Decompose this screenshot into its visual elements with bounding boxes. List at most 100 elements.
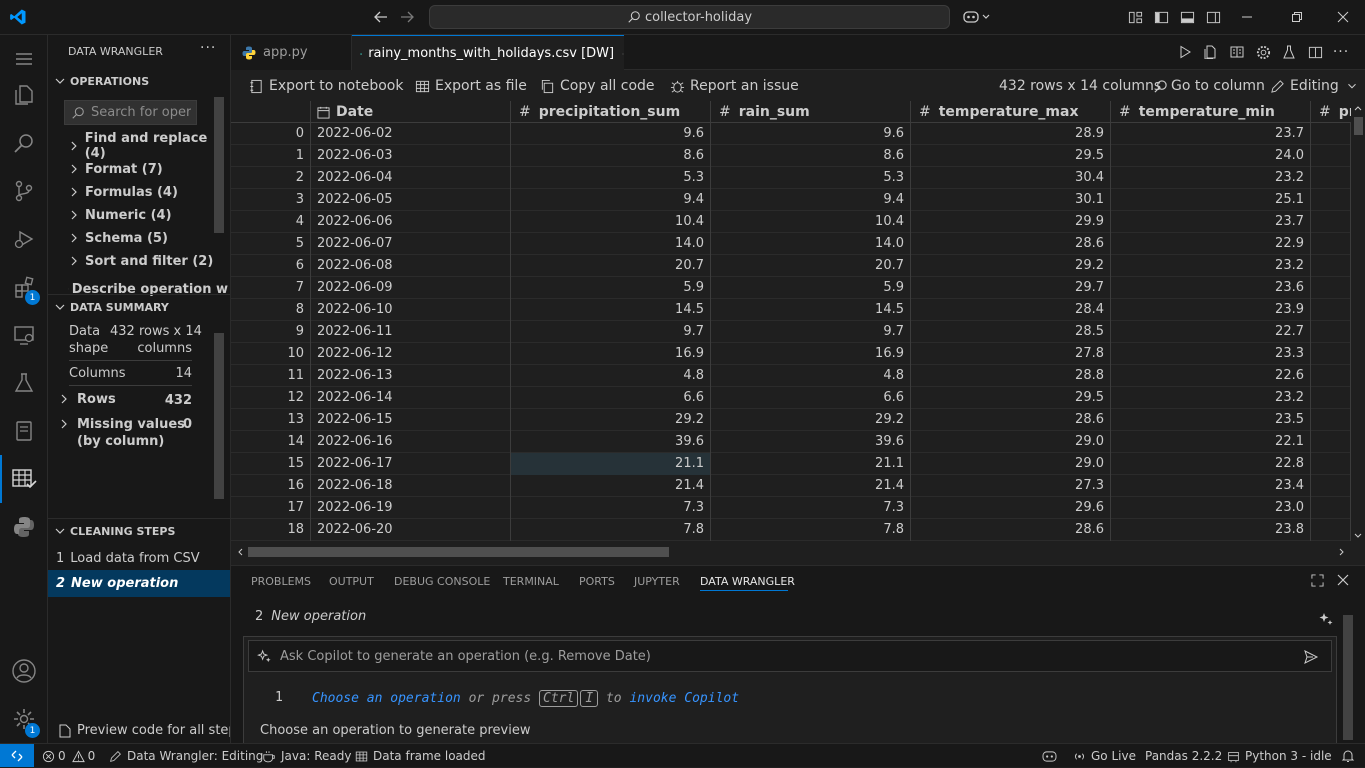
temperature-max-cell[interactable]: 28.4 [911,299,1111,321]
customize-layout-icon[interactable] [1126,8,1144,26]
date-cell[interactable]: 2022-06-17 [311,453,511,475]
precipitation-sum-cell[interactable]: 5.9 [511,277,711,299]
temperature-max-cell[interactable]: 27.3 [911,475,1111,497]
operation-find-replace[interactable]: Find and replace (4) [66,131,230,161]
column-header-temperature-max[interactable]: # temperature_max [911,101,1111,123]
precipitation-sum-cell[interactable]: 7.8 [511,519,711,541]
truncated-cell[interactable] [1311,343,1351,365]
row-index-cell[interactable]: 5 [231,233,311,255]
run-debug-icon[interactable] [0,215,48,263]
column-header-date[interactable]: Date [311,101,511,123]
forward-arrow-icon[interactable] [398,8,416,26]
rain-sum-cell[interactable]: 20.7 [711,255,911,277]
date-cell[interactable]: 2022-06-03 [311,145,511,167]
truncated-cell[interactable] [1311,233,1351,255]
java-status[interactable]: Java: Ready [262,744,351,768]
row-index-cell[interactable]: 11 [231,365,311,387]
rain-sum-cell[interactable]: 8.6 [711,145,911,167]
truncated-cell[interactable] [1311,211,1351,233]
data-summary-section-header[interactable]: DATA SUMMARY [48,296,230,318]
table-row[interactable]: 3 2022-06-05 9.4 9.4 30.1 25.1 [231,189,1351,211]
precipitation-sum-cell[interactable]: 21.4 [511,475,711,497]
row-index-cell[interactable]: 1 [231,145,311,167]
row-index-cell[interactable]: 13 [231,409,311,431]
go-live-button[interactable]: Go Live [1073,744,1136,768]
precipitation-sum-cell[interactable]: 7.3 [511,497,711,519]
temperature-max-cell[interactable]: 29.0 [911,431,1111,453]
rain-sum-cell[interactable]: 9.7 [711,321,911,343]
temperature-min-cell[interactable]: 23.3 [1111,343,1311,365]
maximize-panel-icon[interactable] [1309,572,1325,588]
temperature-min-cell[interactable]: 23.8 [1111,519,1311,541]
close-tab-icon[interactable] [622,47,624,61]
date-cell[interactable]: 2022-06-10 [311,299,511,321]
rain-sum-cell[interactable]: 29.2 [711,409,911,431]
temperature-min-cell[interactable]: 22.1 [1111,431,1311,453]
column-header-temperature-min[interactable]: # temperature_min [1111,101,1311,123]
operations-section-header[interactable]: OPERATIONS [48,70,230,92]
open-preview-icon[interactable] [1229,44,1245,60]
row-index-cell[interactable]: 18 [231,519,311,541]
rain-sum-cell[interactable]: 14.0 [711,233,911,255]
temperature-max-cell[interactable]: 29.5 [911,387,1111,409]
report-issue-button[interactable]: Report an issue [670,72,799,100]
vertical-scroll-thumb[interactable] [1354,117,1363,135]
data-frame-status[interactable]: Data frame loaded [355,744,486,768]
rain-sum-cell[interactable]: 16.9 [711,343,911,365]
restore-icon[interactable] [1288,8,1306,26]
truncated-cell[interactable] [1311,453,1351,475]
explorer-icon[interactable] [0,71,48,119]
precipitation-sum-cell[interactable]: 9.4 [511,189,711,211]
operations-search-input[interactable]: Search for oper [64,100,197,125]
precipitation-sum-cell[interactable]: 20.7 [511,255,711,277]
panel-scrollbar[interactable] [1343,615,1353,740]
cleaning-step-item-selected[interactable]: 2 New operation [48,570,230,597]
rain-sum-cell[interactable]: 9.4 [711,189,911,211]
operation-sort-filter[interactable]: Sort and filter (2) [66,250,213,272]
temperature-max-cell[interactable]: 29.0 [911,453,1111,475]
open-file-icon[interactable] [1203,44,1219,60]
tab-app-py[interactable]: app.py [231,35,352,70]
truncated-cell[interactable] [1311,387,1351,409]
flask-icon[interactable] [1281,44,1297,60]
close-window-icon[interactable] [1334,8,1352,26]
temperature-max-cell[interactable]: 29.9 [911,211,1111,233]
temperature-min-cell[interactable]: 23.9 [1111,299,1311,321]
panel-tab-problems[interactable]: PROBLEMS [251,566,311,596]
precipitation-sum-cell[interactable]: 14.5 [511,299,711,321]
table-row[interactable]: 2 2022-06-04 5.3 5.3 30.4 23.2 [231,167,1351,189]
scroll-up-icon[interactable] [1351,101,1365,115]
precipitation-sum-cell[interactable]: 8.6 [511,145,711,167]
temperature-min-cell[interactable]: 22.7 [1111,321,1311,343]
cleaning-steps-section-header[interactable]: CLEANING STEPS [48,520,230,542]
row-index-cell[interactable]: 12 [231,387,311,409]
row-index-cell[interactable]: 16 [231,475,311,497]
search-activity-icon[interactable] [0,119,48,167]
temperature-max-cell[interactable]: 29.7 [911,277,1111,299]
table-row[interactable]: 13 2022-06-15 29.2 29.2 28.6 23.5 [231,409,1351,431]
table-row[interactable]: 4 2022-06-06 10.4 10.4 29.9 23.7 [231,211,1351,233]
row-index-cell[interactable]: 14 [231,431,311,453]
precipitation-sum-cell[interactable]: 29.2 [511,409,711,431]
table-row[interactable]: 5 2022-06-07 14.0 14.0 28.6 22.9 [231,233,1351,255]
truncated-cell[interactable] [1311,167,1351,189]
column-header-rain-sum[interactable]: # rain_sum [711,101,911,123]
source-control-icon[interactable] [0,167,48,215]
back-arrow-icon[interactable] [372,8,390,26]
operations-scrollbar[interactable] [214,97,224,233]
temperature-min-cell[interactable]: 22.6 [1111,365,1311,387]
temperature-min-cell[interactable]: 23.6 [1111,277,1311,299]
operation-format[interactable]: Format (7) [66,158,163,180]
split-editor-icon[interactable] [1307,44,1323,60]
editing-mode-dropdown[interactable]: Editing [1270,72,1359,100]
horizontal-scroll-thumb[interactable] [248,547,669,557]
date-cell[interactable]: 2022-06-06 [311,211,511,233]
rows-expander[interactable]: Rows [56,391,116,407]
truncated-cell[interactable] [1311,519,1351,541]
precipitation-sum-cell[interactable]: 21.1 [511,453,711,475]
export-to-notebook-button[interactable]: Export to notebook [249,72,403,100]
date-cell[interactable]: 2022-06-09 [311,277,511,299]
pandas-version-status[interactable]: Pandas 2.2.2 [1145,744,1222,768]
run-icon[interactable] [1177,44,1193,60]
panel-tab-terminal[interactable]: TERMINAL [503,566,559,596]
